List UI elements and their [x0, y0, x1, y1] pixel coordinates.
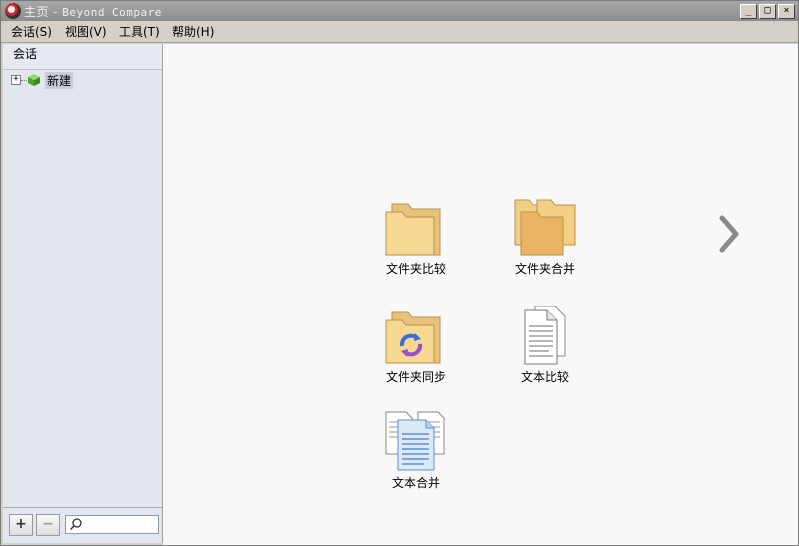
- launcher-label: 文本比较: [520, 370, 569, 384]
- launcher-folder-compare[interactable]: 文件夹比较: [361, 198, 471, 277]
- launcher-folder-sync[interactable]: 文件夹同步: [361, 306, 471, 385]
- home-launcher-area: 文件夹比较 文件夹合并 文件夹同步 文本比较 文本合并: [163, 44, 798, 545]
- folder-merge-icon: [514, 199, 576, 256]
- text-merge-icon: [385, 411, 445, 471]
- menu-help[interactable]: 帮助(H): [168, 24, 218, 40]
- session-search-input[interactable]: [65, 515, 159, 534]
- close-button[interactable]: ×: [778, 4, 795, 19]
- launcher-text-merge[interactable]: 文本合并: [361, 410, 471, 491]
- window-title-app: Beyond Compare: [62, 6, 162, 19]
- app-window: 主页 - Beyond Compare _ □ × 会话(S) 视图(V) 工具…: [0, 0, 799, 546]
- tree-expander[interactable]: +: [11, 75, 21, 85]
- tree-item-label: 新建: [45, 71, 74, 89]
- menu-bar: 会话(S) 视图(V) 工具(T) 帮助(H): [1, 22, 798, 43]
- sessions-footer: + −: [3, 507, 162, 543]
- sessions-pane: 会话 + 新建 + −: [3, 44, 163, 543]
- remove-session-button[interactable]: −: [36, 514, 60, 536]
- launcher-label: 文件夹合并: [514, 262, 575, 276]
- window-title-separator: -: [49, 5, 63, 19]
- folder-sync-icon: [385, 311, 441, 364]
- menu-view[interactable]: 视图(V): [61, 24, 111, 40]
- chevron-right-icon[interactable]: [714, 214, 744, 254]
- add-session-button[interactable]: +: [9, 514, 33, 536]
- window-title: 主页 - Beyond Compare: [24, 3, 162, 20]
- window-title-page: 主页: [24, 5, 50, 19]
- title-bar[interactable]: 主页 - Beyond Compare _ □ ×: [1, 1, 798, 21]
- tree-item-new[interactable]: + 新建: [11, 71, 74, 89]
- launcher-label: 文本合并: [391, 476, 440, 490]
- green-cube-icon: [28, 74, 40, 86]
- minimize-button[interactable]: _: [740, 4, 757, 19]
- menu-tools[interactable]: 工具(T): [115, 24, 164, 40]
- launcher-folder-merge[interactable]: 文件夹合并: [490, 198, 600, 277]
- text-compare-icon: [524, 306, 566, 365]
- maximize-button[interactable]: □: [759, 4, 776, 19]
- app-logo-icon[interactable]: [5, 3, 21, 19]
- search-icon: [69, 518, 82, 531]
- launcher-text-compare[interactable]: 文本比较: [490, 306, 600, 385]
- launcher-label: 文件夹比较: [385, 262, 446, 276]
- menu-session[interactable]: 会话(S): [7, 24, 56, 40]
- sessions-header: 会话: [3, 44, 162, 70]
- launcher-label: 文件夹同步: [385, 370, 446, 384]
- window-controls: _ □ ×: [740, 4, 795, 19]
- folder-compare-icon: [385, 203, 441, 256]
